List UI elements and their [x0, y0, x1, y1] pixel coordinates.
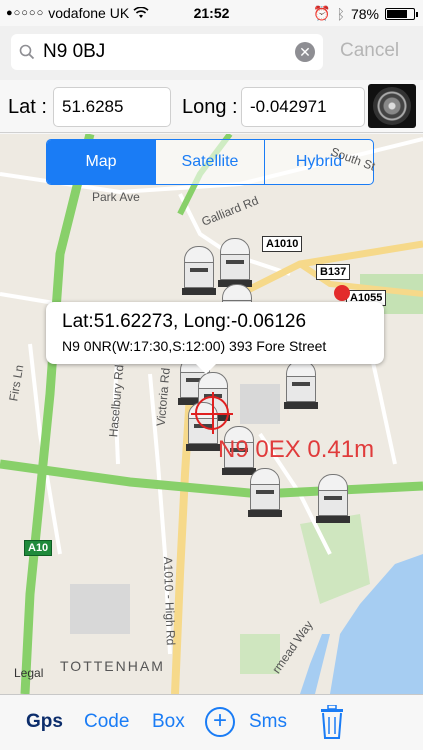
cancel-button[interactable]: Cancel [340, 40, 399, 62]
battery-fill [387, 9, 408, 18]
lat-label: Lat : [8, 96, 47, 118]
gps-button[interactable]: Gps [26, 711, 63, 733]
bluetooth-icon: ᛒ [336, 5, 345, 22]
callout-details: N9 0NR(W:17:30,S:12:00) 393 Fore Street [62, 338, 327, 354]
callout-coordinates: Lat:51.62273, Long:-0.06126 [62, 311, 307, 332]
coordinate-bar: Lat : 51.6285 Long : -0.042971 [0, 80, 423, 133]
code-button[interactable]: Code [84, 711, 129, 733]
alarm-icon: ⏰ [313, 5, 331, 21]
segment-map[interactable]: Map [47, 140, 155, 184]
lat-field[interactable]: 51.6285 [53, 87, 171, 127]
distance-label: N9 0EX 0.41m [218, 436, 375, 463]
postbox-icon[interactable] [248, 468, 282, 518]
postbox-icon[interactable] [218, 238, 252, 288]
segment-satellite[interactable]: Satellite [155, 140, 264, 184]
location-pin-icon[interactable] [334, 285, 350, 301]
search-icon [19, 44, 35, 60]
trash-icon[interactable] [320, 705, 344, 739]
postbox-icon[interactable] [182, 246, 216, 296]
long-label: Long : [182, 96, 238, 118]
search-input[interactable]: N9 0BJ ✕ [11, 34, 323, 70]
search-value: N9 0BJ [43, 41, 106, 62]
box-button[interactable]: Box [152, 711, 185, 733]
search-bar: N9 0BJ ✕ Cancel [0, 26, 423, 80]
map-view[interactable]: Map Satellite Hybrid Park Ave Galliard R… [0, 134, 423, 694]
road-label-park-ave: Park Ave [92, 190, 140, 204]
clear-icon[interactable]: ✕ [295, 42, 315, 62]
map-type-selector: Map Satellite Hybrid [46, 139, 374, 185]
town-label: TOTTENHAM [60, 658, 165, 674]
battery-percent: 78% [350, 5, 379, 22]
road-shield-a1010: A1010 [262, 236, 303, 252]
bottom-toolbar: Gps Code Box + Sms [0, 694, 423, 750]
road-shield-b137: B137 [316, 264, 351, 280]
legal-link[interactable]: Legal [14, 666, 43, 680]
record-disc-icon[interactable] [368, 84, 416, 128]
crosshair-icon [191, 392, 233, 434]
status-bar: ●○○○○ vodafone UK 21:52 ⏰ ᛒ 78% [0, 0, 423, 26]
location-callout[interactable]: Lat:51.62273, Long:-0.06126 N9 0NR(W:17:… [46, 302, 384, 374]
road-shield-a10: A10 [24, 540, 53, 556]
battery-icon [385, 7, 418, 20]
add-icon[interactable]: + [205, 707, 235, 737]
long-field[interactable]: -0.042971 [241, 87, 365, 127]
postbox-icon[interactable] [316, 474, 350, 524]
sms-button[interactable]: Sms [249, 711, 287, 733]
postbox-icon[interactable] [284, 360, 318, 410]
